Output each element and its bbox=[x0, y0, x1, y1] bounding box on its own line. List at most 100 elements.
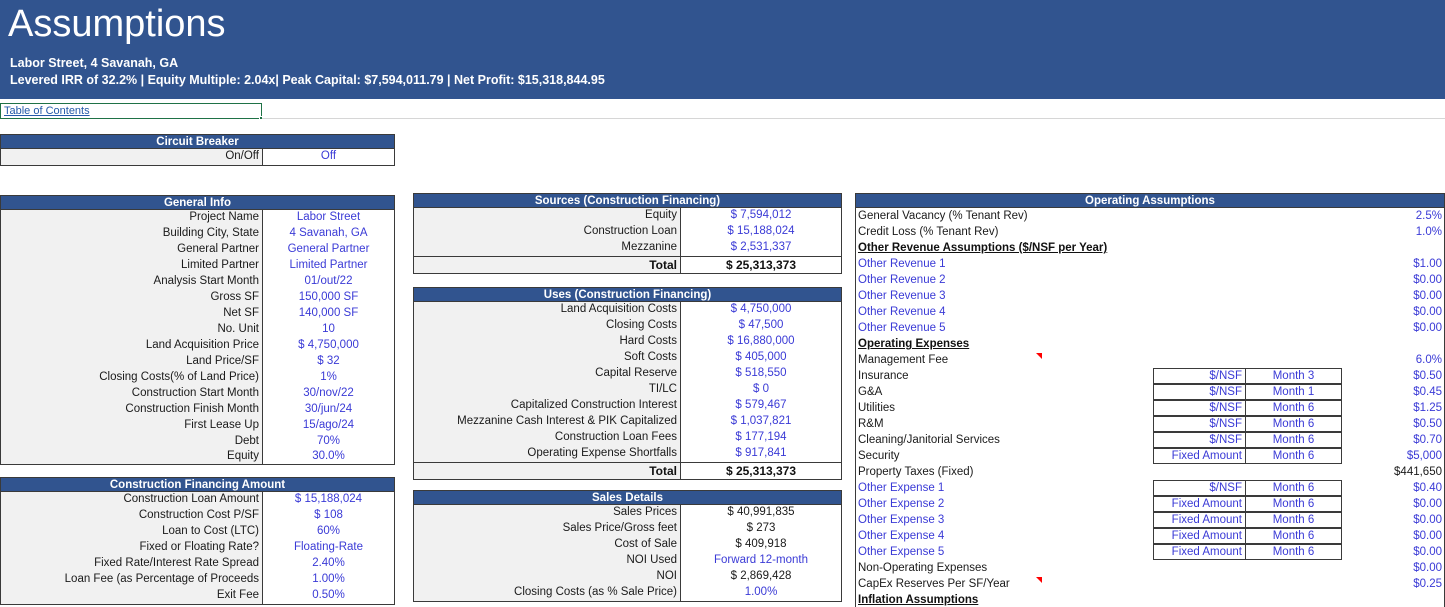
expense-basis-dropdown[interactable]: $/NSF bbox=[1153, 416, 1246, 432]
row-value[interactable]: 70% bbox=[263, 434, 394, 449]
row-value[interactable]: 01/out/22 bbox=[263, 274, 394, 290]
expense-basis-dropdown[interactable]: $/NSF bbox=[1153, 368, 1246, 384]
assumption-value[interactable]: $0.45 bbox=[1413, 384, 1442, 400]
expense-start-month-dropdown[interactable]: Month 3 bbox=[1245, 368, 1342, 384]
table-of-contents-link[interactable]: Table of Contents bbox=[4, 105, 90, 118]
assumption-value[interactable]: 6.0% bbox=[1416, 352, 1442, 368]
expense-basis-dropdown[interactable]: Fixed Amount bbox=[1153, 528, 1246, 544]
row-value[interactable]: $ 4,750,000 bbox=[263, 338, 394, 354]
row-value[interactable]: $ 579,467 bbox=[681, 398, 841, 414]
assumption-value[interactable]: $0.00 bbox=[1413, 272, 1442, 288]
assumption-value[interactable]: 1.0% bbox=[1416, 224, 1442, 240]
assumption-value[interactable]: $0.70 bbox=[1413, 432, 1442, 448]
row-value[interactable]: Labor Street bbox=[263, 210, 394, 226]
row-value[interactable]: 30/nov/22 bbox=[263, 386, 394, 402]
row-value[interactable]: $ 32 bbox=[263, 354, 394, 370]
row-value[interactable]: $ 273 bbox=[681, 521, 841, 537]
expense-basis-dropdown[interactable]: $/NSF bbox=[1153, 400, 1246, 416]
assumption-value[interactable]: $0.00 bbox=[1413, 560, 1442, 576]
row-value[interactable]: $ 518,550 bbox=[681, 366, 841, 382]
row-value[interactable]: $ 2,531,337 bbox=[681, 240, 841, 256]
expense-basis-dropdown[interactable]: Fixed Amount bbox=[1153, 512, 1246, 528]
expense-basis-dropdown[interactable]: Fixed Amount bbox=[1153, 544, 1246, 560]
assumption-value[interactable]: $1.25 bbox=[1413, 400, 1442, 416]
row-value[interactable]: 140,000 SF bbox=[263, 306, 394, 322]
assumption-value[interactable]: $1.00 bbox=[1413, 256, 1442, 272]
row-value[interactable]: $ 1,037,821 bbox=[681, 414, 841, 430]
row-value[interactable]: Limited Partner bbox=[263, 258, 394, 274]
assumption-value[interactable]: $0.50 bbox=[1413, 416, 1442, 432]
row-value[interactable]: $ 7,594,012 bbox=[681, 208, 841, 224]
assumption-label[interactable]: Other Expense 5 bbox=[858, 544, 944, 560]
toc-active-cell[interactable]: Table of Contents bbox=[0, 103, 263, 120]
row-value[interactable]: Off bbox=[263, 149, 394, 165]
expense-basis-dropdown[interactable]: Fixed Amount bbox=[1153, 496, 1246, 512]
assumption-value[interactable]: $0.50 bbox=[1413, 368, 1442, 384]
row-value[interactable]: 30.0% bbox=[263, 449, 394, 464]
assumption-label[interactable]: Other Expense 1 bbox=[858, 480, 944, 496]
assumption-label[interactable]: Other Revenue 4 bbox=[858, 304, 946, 320]
assumption-value[interactable]: $0.25 bbox=[1413, 576, 1442, 592]
row-value[interactable]: $ 0 bbox=[681, 382, 841, 398]
row-value[interactable]: $ 4,750,000 bbox=[681, 302, 841, 318]
row-value[interactable]: $ 15,188,024 bbox=[681, 224, 841, 240]
assumption-label[interactable]: Other Revenue 1 bbox=[858, 256, 946, 272]
expense-start-month-dropdown[interactable]: Month 6 bbox=[1245, 416, 1342, 432]
expense-start-month-dropdown[interactable]: Month 6 bbox=[1245, 544, 1342, 560]
row-value[interactable]: $ 405,000 bbox=[681, 350, 841, 366]
assumption-label[interactable]: Other Expense 2 bbox=[858, 496, 944, 512]
row-value[interactable]: $ 2,869,428 bbox=[681, 569, 841, 585]
expense-start-month-dropdown[interactable]: Month 6 bbox=[1245, 528, 1342, 544]
expense-start-month-dropdown[interactable]: Month 6 bbox=[1245, 432, 1342, 448]
expense-basis-dropdown[interactable]: Fixed Amount bbox=[1153, 448, 1246, 464]
assumption-value[interactable]: $0.00 bbox=[1413, 544, 1442, 560]
row-value[interactable]: $ 16,880,000 bbox=[681, 334, 841, 350]
row-value[interactable]: 2.40% bbox=[263, 556, 394, 572]
row-value[interactable]: $ 40,991,835 bbox=[681, 505, 841, 521]
expense-start-month-dropdown[interactable]: Month 6 bbox=[1245, 496, 1342, 512]
row-value[interactable]: 10 bbox=[263, 322, 394, 338]
assumption-value[interactable]: $0.00 bbox=[1413, 512, 1442, 528]
expense-start-month-dropdown[interactable]: Month 6 bbox=[1245, 512, 1342, 528]
assumption-value[interactable]: $5,000 bbox=[1407, 448, 1442, 464]
expense-basis-dropdown[interactable]: $/NSF bbox=[1153, 384, 1246, 400]
row-value[interactable]: General Partner bbox=[263, 242, 394, 258]
row-value[interactable]: $ 47,500 bbox=[681, 318, 841, 334]
row-value[interactable]: Forward 12-month bbox=[681, 553, 841, 569]
expense-basis-dropdown[interactable]: $/NSF bbox=[1153, 480, 1246, 496]
expense-start-month-dropdown[interactable]: Month 6 bbox=[1245, 400, 1342, 416]
assumption-label[interactable]: Other Expense 4 bbox=[858, 528, 944, 544]
expense-start-month-dropdown[interactable]: Month 1 bbox=[1245, 384, 1342, 400]
row-value[interactable]: Floating-Rate bbox=[263, 540, 394, 556]
row-value[interactable]: 150,000 SF bbox=[263, 290, 394, 306]
assumption-value[interactable]: $0.00 bbox=[1413, 288, 1442, 304]
row-value[interactable]: 1% bbox=[263, 370, 394, 386]
assumption-value[interactable]: 2.5% bbox=[1416, 208, 1442, 224]
row-value[interactable]: $ 15,188,024 bbox=[263, 492, 394, 508]
assumption-value[interactable]: $441,650 bbox=[1394, 464, 1442, 480]
assumption-label[interactable]: Other Expense 3 bbox=[858, 512, 944, 528]
row-value[interactable]: 1.00% bbox=[681, 585, 841, 601]
row-value[interactable]: 1.00% bbox=[263, 572, 394, 588]
expense-start-month-dropdown[interactable]: Month 6 bbox=[1245, 448, 1342, 464]
expense-basis-dropdown[interactable]: $/NSF bbox=[1153, 432, 1246, 448]
assumption-value[interactable]: $0.00 bbox=[1413, 528, 1442, 544]
row-value[interactable]: $ 108 bbox=[263, 508, 394, 524]
assumption-label[interactable]: Other Revenue 2 bbox=[858, 272, 946, 288]
assumption-value[interactable]: $0.00 bbox=[1413, 304, 1442, 320]
assumption-value[interactable]: $0.40 bbox=[1413, 480, 1442, 496]
row-value[interactable]: $ 409,918 bbox=[681, 537, 841, 553]
expense-start-month-dropdown[interactable]: Month 6 bbox=[1245, 480, 1342, 496]
cell-comment-indicator-icon[interactable] bbox=[1036, 353, 1042, 359]
cell-comment-indicator-icon[interactable] bbox=[1036, 577, 1042, 583]
row-value[interactable]: 15/ago/24 bbox=[263, 418, 394, 434]
row-value[interactable]: 30/jun/24 bbox=[263, 402, 394, 418]
row-value[interactable]: 0.50% bbox=[263, 588, 394, 604]
row-value[interactable]: $ 177,194 bbox=[681, 430, 841, 446]
row-value[interactable]: 60% bbox=[263, 524, 394, 540]
row-value[interactable]: $ 917,841 bbox=[681, 446, 841, 462]
row-value[interactable]: 4 Savanah, GA bbox=[263, 226, 394, 242]
assumption-label[interactable]: Other Revenue 5 bbox=[858, 320, 946, 336]
assumption-value[interactable]: $0.00 bbox=[1413, 320, 1442, 336]
assumption-label[interactable]: Other Revenue 3 bbox=[858, 288, 946, 304]
